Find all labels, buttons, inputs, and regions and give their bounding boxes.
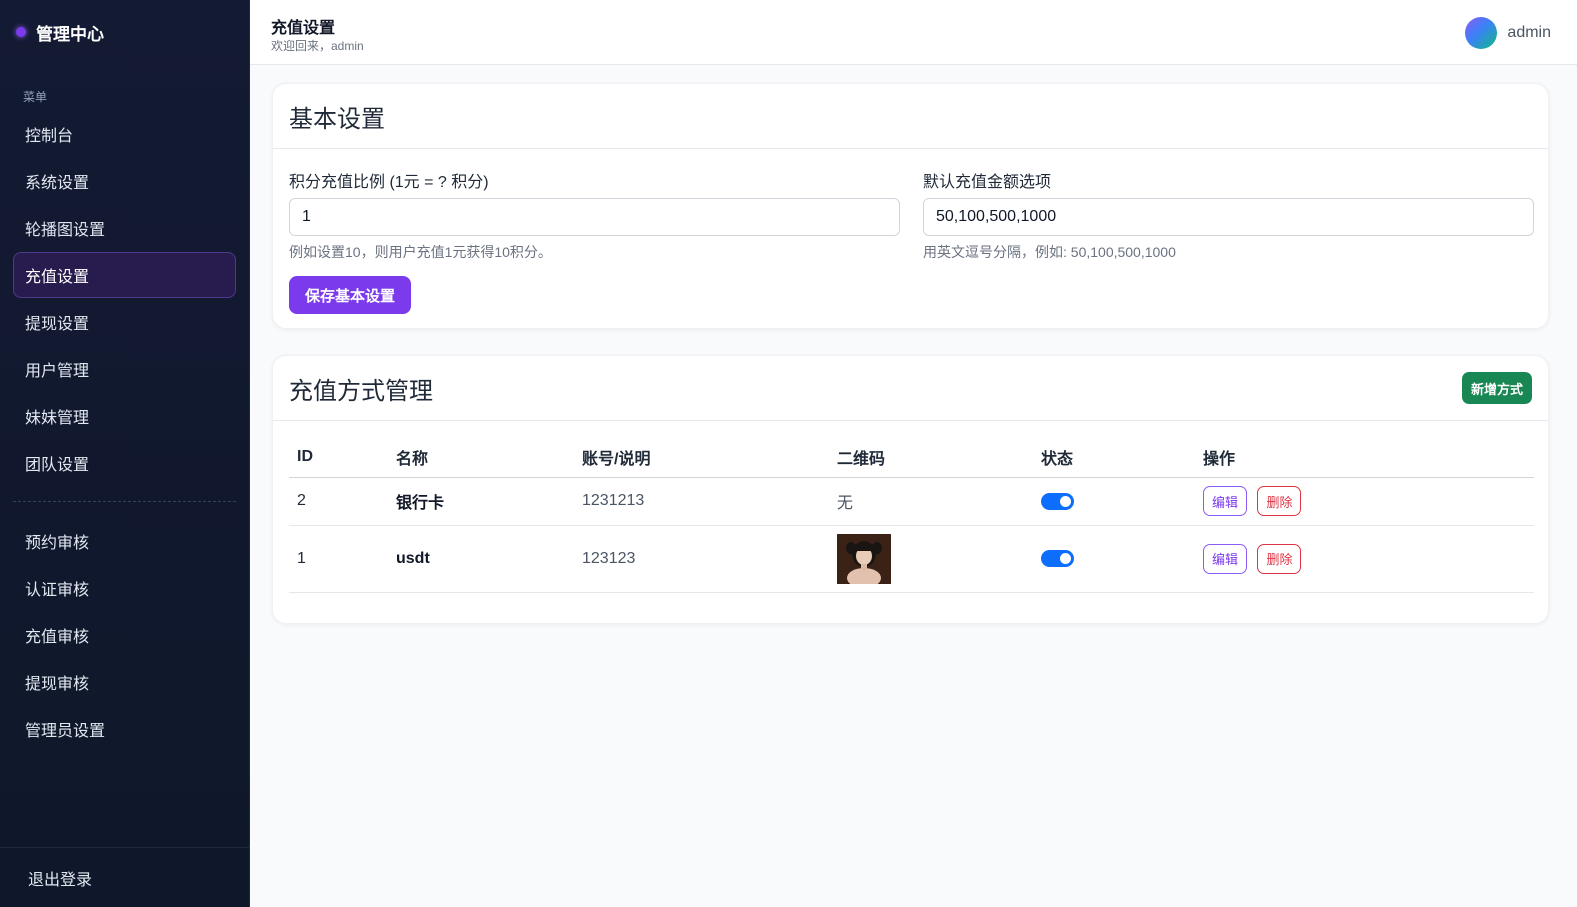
add-method-button[interactable]: 新增方式 <box>1461 372 1532 404</box>
cell-qrcode <box>829 525 1033 593</box>
ratio-input[interactable] <box>289 198 900 236</box>
sidebar-divider <box>13 501 236 502</box>
sidebar: 管理中心 菜单 控制台 系统设置 轮播图设置 充值设置 提现设置 用户管理 妹妹… <box>0 0 250 907</box>
sidebar-item-recharge-settings[interactable]: 充值设置 <box>13 252 236 298</box>
cell-actions: 编辑 删除 <box>1195 525 1534 593</box>
column-header-account: 账号/说明 <box>574 438 829 478</box>
recharge-methods-header: 充值方式管理 新增方式 <box>273 356 1548 421</box>
sidebar-item-verification-review[interactable]: 认证审核 <box>13 565 236 611</box>
amount-label: 默认充值金额选项 <box>923 174 1052 191</box>
logout-button[interactable]: 退出登录 <box>0 847 249 907</box>
sidebar-nav: 控制台 系统设置 轮播图设置 充值设置 提现设置 用户管理 妹妹管理 团队设置 … <box>0 111 249 752</box>
brand-logo-icon <box>16 27 26 37</box>
basic-settings-title: 基本设置 <box>289 105 385 133</box>
edit-button[interactable]: 编辑 <box>1203 486 1248 516</box>
sidebar-item-dashboard[interactable]: 控制台 <box>13 111 236 157</box>
cell-status <box>1033 477 1195 526</box>
sidebar-item-withdraw-settings[interactable]: 提现设置 <box>13 299 236 345</box>
recharge-methods-card: 充值方式管理 新增方式 ID 名称 账号/说明 二维码 状态 操作 2 银行卡 … <box>272 355 1549 624</box>
sidebar-item-admin-settings[interactable]: 管理员设置 <box>13 706 236 752</box>
cell-id: 1 <box>289 525 388 593</box>
table-row: 1 usdt 123123 编辑 删除 <box>289 525 1534 593</box>
delete-button[interactable]: 删除 <box>1257 486 1302 516</box>
sidebar-item-recharge-review[interactable]: 充值审核 <box>13 612 236 658</box>
page-title: 充值设置 <box>271 20 336 37</box>
sidebar-item-booking-review[interactable]: 预约审核 <box>13 518 236 564</box>
save-basic-settings-button[interactable]: 保存基本设置 <box>289 276 411 314</box>
cell-status <box>1033 525 1195 593</box>
column-header-status: 状态 <box>1033 438 1195 478</box>
column-header-id: ID <box>289 438 388 478</box>
basic-settings-header: 基本设置 <box>273 84 1548 149</box>
cell-id: 2 <box>289 477 388 526</box>
amount-field-group: 默认充值金额选项 用英文逗号分隔，例如: 50,100,500,1000 <box>923 168 1534 262</box>
menu-label: 菜单 <box>23 90 48 104</box>
ratio-label: 积分充值比例 (1元 = ? 积分) <box>289 174 489 191</box>
brand-title: 管理中心 <box>36 24 104 44</box>
edit-button[interactable]: 编辑 <box>1203 543 1248 574</box>
sidebar-item-system-settings[interactable]: 系统设置 <box>13 158 236 204</box>
cell-name: usdt <box>388 525 574 593</box>
cell-name: 银行卡 <box>388 477 574 526</box>
sidebar-item-withdraw-review[interactable]: 提现审核 <box>13 659 236 705</box>
table-row: 2 银行卡 1231213 无 编辑 删除 <box>289 477 1534 526</box>
sidebar-item-user-management[interactable]: 用户管理 <box>13 346 236 392</box>
status-toggle[interactable] <box>1041 550 1074 567</box>
sidebar-item-sister-management[interactable]: 妹妹管理 <box>13 393 236 439</box>
username: admin <box>1507 24 1551 41</box>
cell-account: 123123 <box>574 525 829 593</box>
cell-actions: 编辑 删除 <box>1195 477 1534 526</box>
sidebar-item-team-settings[interactable]: 团队设置 <box>13 440 236 486</box>
column-header-actions: 操作 <box>1195 438 1534 478</box>
top-header: 充值设置 欢迎回来，admin admin <box>250 0 1577 65</box>
recharge-methods-table: ID 名称 账号/说明 二维码 状态 操作 2 银行卡 1231213 无 编辑… <box>289 438 1534 593</box>
amount-help-text: 用英文逗号分隔，例如: 50,100,500,1000 <box>923 244 1176 260</box>
avatar[interactable] <box>1465 17 1498 49</box>
cell-account: 1231213 <box>574 477 829 526</box>
ratio-field-group: 积分充值比例 (1元 = ? 积分) 例如设置10，则用户充值1元获得10积分。 <box>289 168 900 262</box>
recharge-methods-title: 充值方式管理 <box>289 377 433 405</box>
column-header-name: 名称 <box>388 438 574 478</box>
basic-settings-card: 基本设置 积分充值比例 (1元 = ? 积分) 例如设置10，则用户充值1元获得… <box>272 83 1549 329</box>
user-menu[interactable]: admin <box>1465 17 1551 49</box>
table-header-row: ID 名称 账号/说明 二维码 状态 操作 <box>289 438 1534 478</box>
delete-button[interactable]: 删除 <box>1257 543 1302 574</box>
sidebar-item-carousel-settings[interactable]: 轮播图设置 <box>13 205 236 251</box>
amount-options-input[interactable] <box>923 198 1534 236</box>
cell-qrcode-none: 无 <box>829 477 1033 526</box>
ratio-help-text: 例如设置10，则用户充值1元获得10积分。 <box>289 244 552 260</box>
column-header-qrcode: 二维码 <box>829 438 1033 478</box>
status-toggle[interactable] <box>1041 492 1074 510</box>
welcome-text: 欢迎回来，admin <box>271 39 364 53</box>
qrcode-thumbnail[interactable] <box>837 533 891 584</box>
brand: 管理中心 <box>0 0 249 64</box>
